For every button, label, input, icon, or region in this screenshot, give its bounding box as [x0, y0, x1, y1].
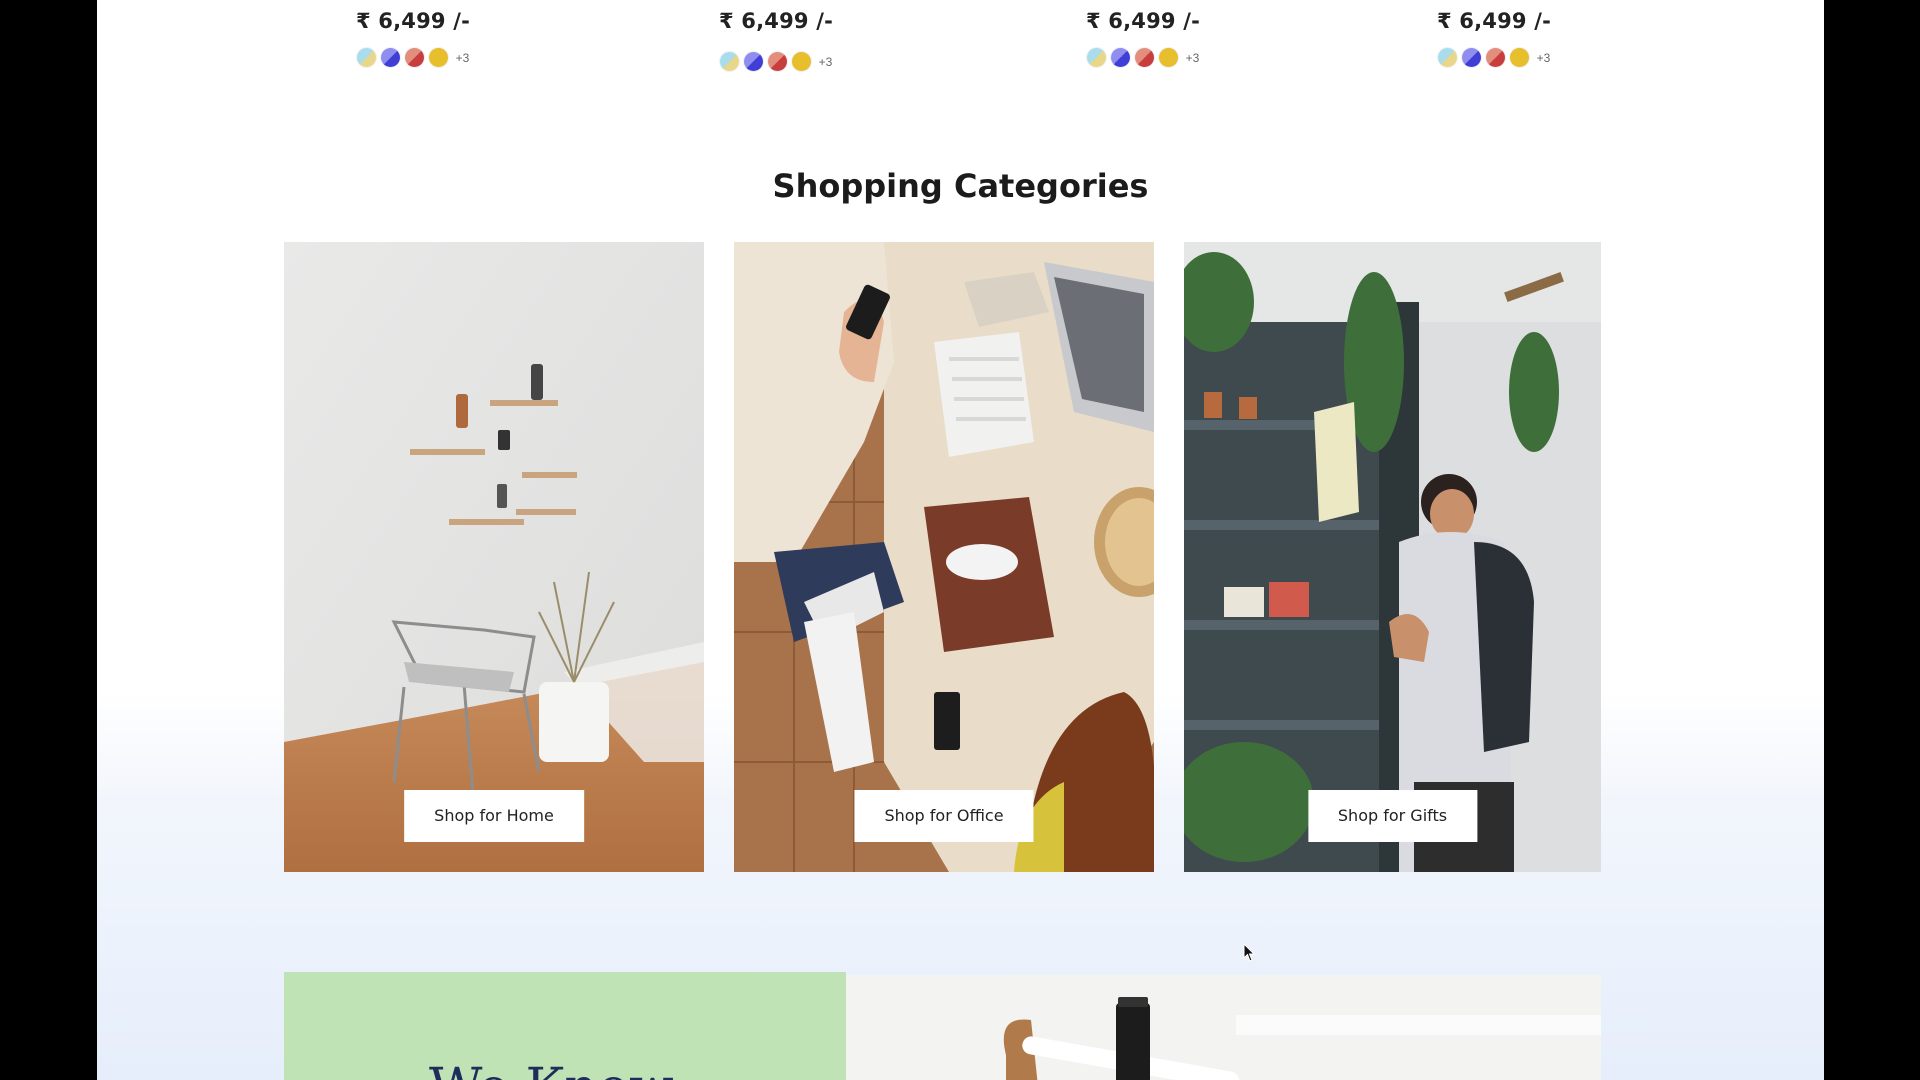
color-swatch[interactable] [1485, 48, 1505, 67]
color-swatches: +3 [313, 48, 513, 67]
category-card-office[interactable]: Shop for Office [734, 242, 1154, 872]
office-desk-image [734, 242, 1154, 872]
product-card[interactable]: ₹ 6,499 /- +3 [313, 0, 513, 67]
color-swatches: +3 [1394, 48, 1594, 67]
color-swatch[interactable] [1509, 48, 1529, 67]
more-colors-count: +3 [1536, 50, 1551, 65]
product-price: ₹ 6,499 /- [355, 9, 471, 33]
color-swatches: +3 [676, 52, 876, 71]
color-swatch[interactable] [1086, 48, 1106, 67]
color-swatch[interactable] [1437, 48, 1457, 67]
color-swatch[interactable] [791, 52, 811, 71]
section-title-bold: Categories [953, 167, 1149, 205]
promo-banner: We Know [284, 972, 846, 1080]
banner-title: We Know [429, 1058, 674, 1080]
color-swatch[interactable] [404, 48, 424, 67]
color-swatch[interactable] [380, 48, 400, 67]
product-card[interactable]: ₹ 6,499 /- +3 [1043, 0, 1243, 67]
color-swatch[interactable] [1110, 48, 1130, 67]
more-colors-count: +3 [455, 50, 470, 65]
mouse-cursor-icon [1243, 943, 1256, 962]
shop-for-office-button[interactable]: Shop for Office [854, 790, 1034, 842]
color-swatch[interactable] [1158, 48, 1178, 67]
home-interior-image [284, 242, 704, 872]
shop-for-home-button[interactable]: Shop for Home [404, 790, 584, 842]
page: ₹ 6,499 /- +3 ₹ 6,499 /- +3 ₹ 6,499 /- +… [97, 0, 1824, 1080]
color-swatch[interactable] [356, 48, 376, 67]
more-colors-count: +3 [1185, 50, 1200, 65]
gift-store-image [1184, 242, 1601, 872]
color-swatch[interactable] [743, 52, 763, 71]
color-swatch[interactable] [719, 52, 739, 71]
color-swatch[interactable] [428, 48, 448, 67]
product-price: ₹ 6,499 /- [718, 9, 834, 33]
category-card-gifts[interactable]: Shop for Gifts [1184, 242, 1601, 872]
category-card-home[interactable]: Shop for Home [284, 242, 704, 872]
section-title: Shopping Categories [97, 167, 1824, 205]
section-title-light: Shopping [772, 167, 943, 205]
more-colors-count: +3 [818, 54, 833, 69]
product-price: ₹ 6,499 /- [1436, 9, 1552, 33]
product-card[interactable]: ₹ 6,499 /- +3 [1394, 0, 1594, 67]
color-swatch[interactable] [767, 52, 787, 71]
shop-for-gifts-button[interactable]: Shop for Gifts [1307, 790, 1478, 842]
furniture-image [846, 975, 1601, 1080]
product-price: ₹ 6,499 /- [1085, 9, 1201, 33]
product-card[interactable]: ₹ 6,499 /- +3 [676, 0, 876, 71]
color-swatches: +3 [1043, 48, 1243, 67]
color-swatch[interactable] [1461, 48, 1481, 67]
color-swatch[interactable] [1134, 48, 1154, 67]
promo-banner-image [846, 975, 1601, 1080]
